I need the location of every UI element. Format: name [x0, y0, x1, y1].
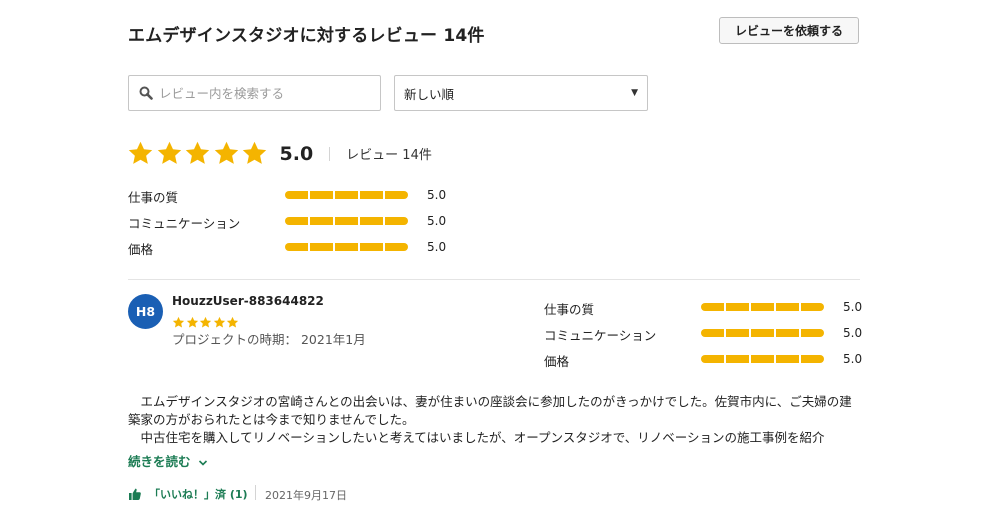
sort-selected-label: 新しい順 [404, 86, 455, 102]
bar-segment [385, 243, 408, 251]
bar-segment [310, 243, 333, 251]
category-label: コミュニケーション [544, 328, 657, 343]
bar-segment [776, 355, 799, 363]
bar-segment [701, 355, 724, 363]
category-label: 仕事の質 [544, 302, 595, 317]
request-review-button[interactable]: レビューを依頼する [719, 17, 859, 44]
category-value: 5.0 [427, 188, 447, 202]
post-date: 2021年9月17日 [265, 489, 347, 502]
category-bar [701, 355, 824, 363]
bar-segment [701, 329, 724, 337]
overall-rating: 5.0 レビュー 14件 [127, 140, 432, 167]
category-bar [285, 217, 408, 225]
read-more-label: 続きを読む [128, 454, 191, 469]
overall-stars [127, 140, 270, 167]
bar-segment [801, 303, 824, 311]
bar-segment [385, 191, 408, 199]
caret-down-icon: ▼ [631, 88, 638, 98]
bar-segment [801, 355, 824, 363]
review-body: エムデザインスタジオの宮崎さんとの出会いは、妻が住まいの座談会に参加したのがきっ… [128, 393, 861, 447]
star-icon [157, 141, 181, 164]
category-value: 5.0 [427, 240, 447, 254]
reviewer-name[interactable]: HouzzUser-883644822 [172, 294, 324, 308]
category-value: 5.0 [843, 352, 863, 366]
category-label: 価格 [544, 354, 570, 369]
bar-segment [801, 329, 824, 337]
bar-segment [751, 355, 774, 363]
category-bar [285, 243, 408, 251]
bar-segment [335, 217, 358, 225]
bar-segment [335, 243, 358, 251]
bar-segment [751, 329, 774, 337]
star-icon [128, 141, 153, 164]
review-search-input[interactable] [159, 85, 369, 101]
bar-segment [285, 243, 308, 251]
review-count: レビュー 14件 [346, 148, 432, 163]
category-bar [701, 329, 824, 337]
category-label: 価格 [128, 242, 154, 257]
star-icon [185, 141, 210, 164]
bar-segment [776, 329, 799, 337]
category-bar [285, 191, 408, 199]
bar-segment [360, 243, 383, 251]
bar-segment [285, 191, 308, 199]
thumbs-up-icon [129, 488, 141, 500]
like-label: 「いいね！」済 (1) [149, 488, 248, 501]
review-category-row-quality: 仕事の質 [544, 299, 594, 318]
review-category-row-price: 価格 [544, 351, 569, 370]
page-title: エムデザインスタジオに対するレビュー 14件 [128, 26, 485, 46]
review-paragraph: エムデザインスタジオの宮崎さんとの出会いは、妻が住まいの座談会に参加したのがきっ… [128, 394, 852, 427]
bar-segment [335, 191, 358, 199]
bar-segment [751, 303, 774, 311]
review-category-row-communication: コミュニケーション [544, 325, 656, 344]
bar-segment [310, 217, 333, 225]
review-stars [172, 316, 240, 329]
category-row-quality: 仕事の質 [128, 187, 178, 206]
category-row-price: 価格 [128, 239, 153, 258]
bar-segment [360, 191, 383, 199]
review-paragraph: 中古住宅を購入してリノベーションしたいと考えてはいましたが、オープンスタジオで、… [140, 430, 825, 445]
star-icon [186, 316, 198, 328]
star-icon [199, 316, 212, 328]
search-icon [139, 86, 153, 100]
category-value: 5.0 [843, 300, 863, 314]
divider [329, 146, 331, 161]
star-icon [213, 316, 225, 328]
bar-segment [726, 355, 749, 363]
sort-select[interactable]: 新しい順 ▼ [394, 75, 648, 111]
bar-segment [285, 217, 308, 225]
category-row-communication: コミュニケーション [128, 213, 240, 232]
bar-segment [701, 303, 724, 311]
bar-segment [310, 191, 333, 199]
star-icon [214, 141, 238, 164]
divider [255, 485, 256, 500]
bar-segment [385, 217, 408, 225]
bar-segment [360, 217, 383, 225]
category-bar [701, 303, 824, 311]
read-more-link[interactable]: 続きを読む [128, 451, 208, 470]
chevron-down-icon [198, 459, 207, 466]
project-date: プロジェクトの時期： 2021年1月 [172, 332, 366, 347]
category-value: 5.0 [427, 214, 447, 228]
review-search-box[interactable] [128, 75, 381, 111]
like-button[interactable]: 「いいね！」済 (1) [129, 486, 248, 502]
overall-score: 5.0 [279, 142, 314, 165]
section-divider [128, 279, 860, 280]
star-icon [226, 316, 239, 328]
bar-segment [726, 329, 749, 337]
avatar[interactable]: H8 [128, 294, 163, 329]
category-value: 5.0 [843, 326, 863, 340]
category-label: コミュニケーション [128, 216, 241, 231]
bar-segment [776, 303, 799, 311]
category-label: 仕事の質 [128, 190, 179, 205]
bar-segment [726, 303, 749, 311]
star-icon [242, 141, 267, 164]
star-icon [172, 316, 185, 328]
